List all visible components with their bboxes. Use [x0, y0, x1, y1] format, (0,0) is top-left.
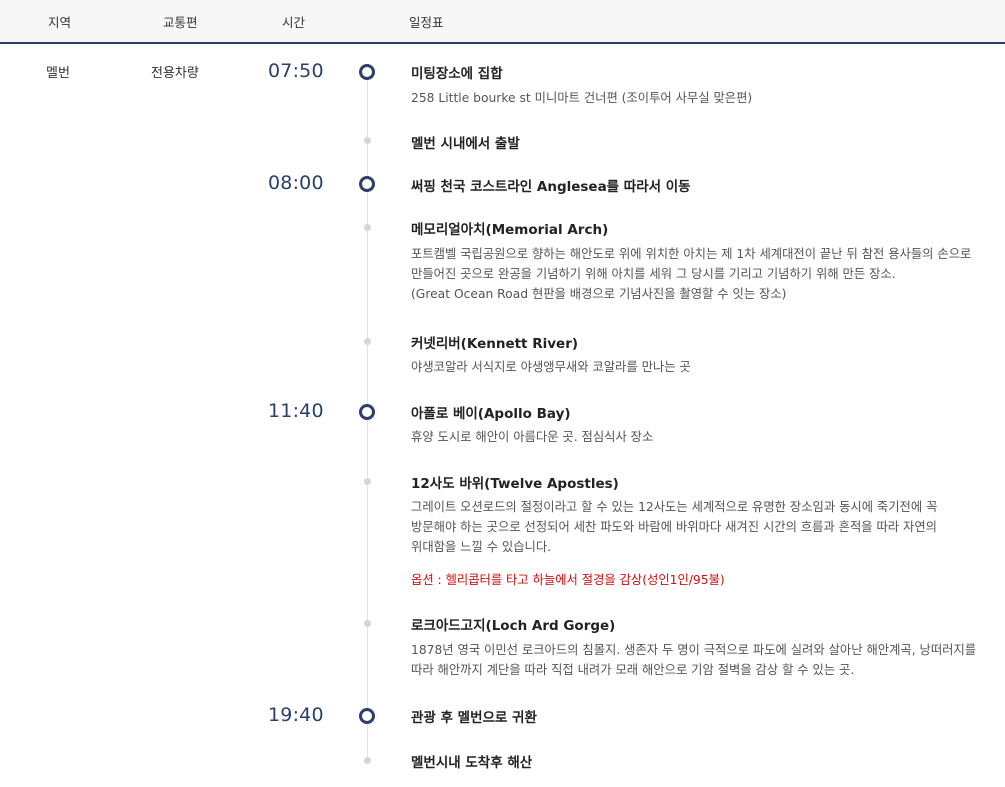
schedule-desc: 포트캠벨 국립공원으로 향하는 해안도로 위에 위치한 아치는 제 1차 세계대… [411, 244, 1001, 304]
schedule-desc: 그레이트 오션로드의 절정이라고 할 수 있는 12사도는 세계적으로 유명한 … [411, 497, 1001, 557]
schedule-desc: 야생코알라 서식지로 야생앵무새와 코알라를 만나는 곳 [411, 357, 1001, 377]
schedule-desc: 258 Little bourke st 미니마트 건너편 (조이투어 사무실 … [411, 88, 1001, 108]
schedule-title: 써핑 천국 코스트라인 Anglesea를 따라서 이동 [411, 179, 691, 195]
desc-line: 그레이트 오션로드의 절정이라고 할 수 있는 12사도는 세계적으로 유명한 … [411, 500, 938, 514]
header-time: 시간 [282, 15, 306, 30]
timeline-dot-icon [364, 338, 371, 345]
schedule-title: 로크아드고지(Loch Ard Gorge) [411, 618, 616, 634]
schedule-title: 미팅장소에 집합 [411, 66, 503, 82]
desc-line: 방문해야 하는 곳으로 선정되어 세찬 파도와 바람에 바위마다 새겨진 시간의… [411, 520, 937, 534]
timeline-dot-icon [364, 137, 371, 144]
option-note: 옵션 : 헬리콥터를 타고 하늘에서 절경을 감상(성인1인/95불) [411, 573, 725, 587]
desc-line: 야생코알라 서식지로 야생앵무새와 코알라를 만나는 곳 [411, 360, 691, 374]
timeline-dot-icon [364, 224, 371, 231]
timeline-marker-icon [359, 176, 375, 192]
time-label: 19:40 [268, 704, 324, 726]
desc-line: (Great Ocean Road 현판을 배경으로 기념사진을 촬영할 수 잇… [411, 287, 787, 301]
header-transport: 교통편 [163, 15, 198, 30]
desc-line: 위대함을 느낄 수 있습니다. [411, 540, 552, 554]
schedule-title: 메모리얼아치(Memorial Arch) [411, 222, 609, 238]
schedule-desc: 1878년 영국 이민선 로크아드의 침몰지. 생존자 두 명이 극적으로 파도… [411, 640, 1001, 680]
schedule-title: 관광 후 멜번으로 귀환 [411, 710, 537, 726]
region-cell: 멜번 [46, 66, 70, 81]
header-schedule: 일정표 [409, 15, 444, 30]
schedule-title: 아폴로 베이(Apollo Bay) [411, 406, 571, 422]
time-label: 08:00 [268, 172, 324, 194]
table-header: 지역 교통편 시간 일정표 [0, 0, 1005, 44]
schedule-desc: 휴양 도시로 해안이 아름다운 곳. 점심식사 장소 [411, 427, 1001, 447]
timeline-dot-icon [364, 478, 371, 485]
time-label: 11:40 [268, 400, 324, 422]
desc-line: 만들어진 곳으로 완공을 기념하기 위해 아치를 세워 그 당시를 기리고 기념… [411, 267, 896, 281]
desc-line: 휴양 도시로 해안이 아름다운 곳. 점심식사 장소 [411, 430, 654, 444]
desc-line: 포트캠벨 국립공원으로 향하는 해안도로 위에 위치한 아치는 제 1차 세계대… [411, 247, 972, 261]
transport-cell: 전용차량 [151, 66, 199, 81]
timeline-dot-icon [364, 757, 371, 764]
schedule-title: 12사도 바위(Twelve Apostles) [411, 476, 619, 492]
timeline-marker-icon [359, 64, 375, 80]
desc-line: 258 Little bourke st 미니마트 건너편 (조이투어 사무실 … [411, 91, 753, 105]
header-region: 지역 [48, 15, 72, 30]
schedule-title: 멜번 시내에서 출발 [411, 136, 520, 152]
timeline-dot-icon [364, 620, 371, 627]
schedule-title: 멜번시내 도착후 해산 [411, 755, 533, 771]
time-label: 07:50 [268, 60, 324, 82]
desc-line: 따라 해안까지 계단을 따라 직접 내려가 모래 해안으로 기암 절벽을 감상 … [411, 663, 855, 677]
desc-line: 1878년 영국 이민선 로크아드의 침몰지. 생존자 두 명이 극적으로 파도… [411, 643, 977, 657]
schedule-title: 커넷리버(Kennett River) [411, 336, 579, 352]
timeline-marker-icon [359, 404, 375, 420]
timeline-marker-icon [359, 708, 375, 724]
